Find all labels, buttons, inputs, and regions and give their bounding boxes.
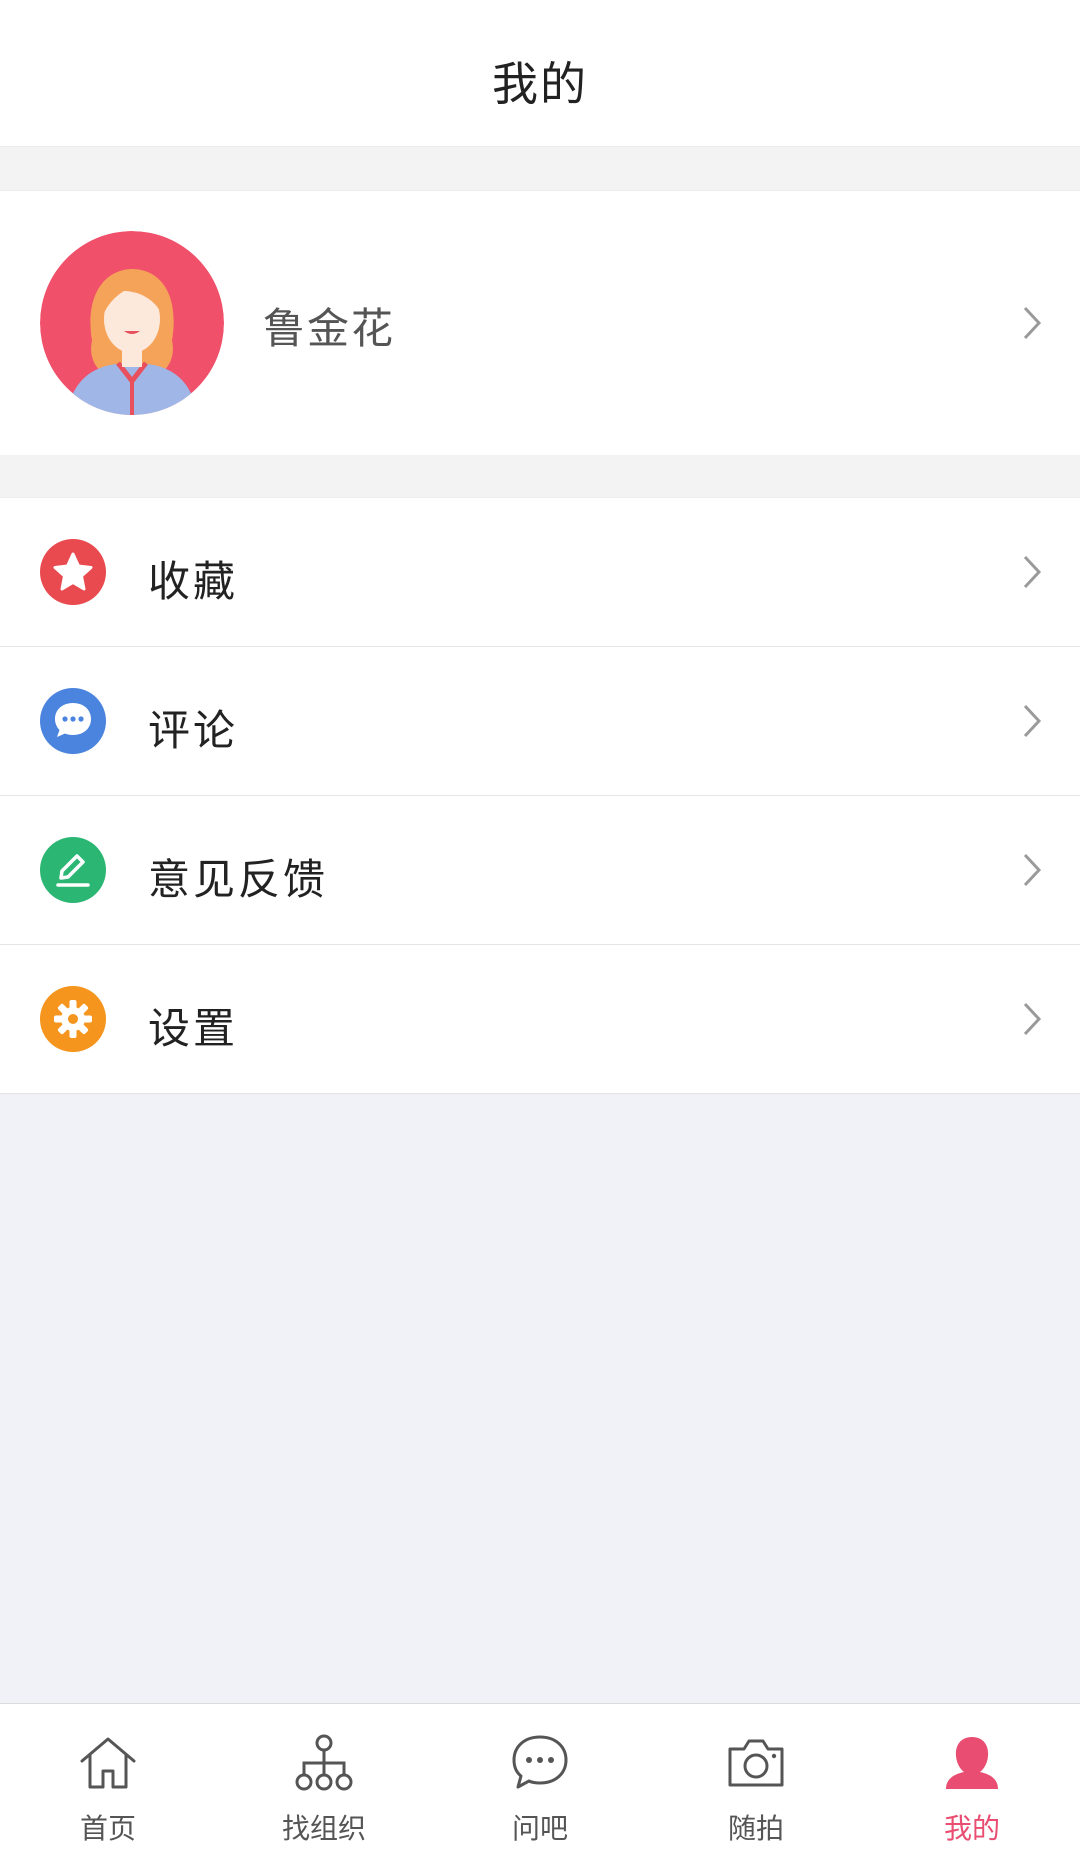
chat-bubble-icon	[512, 1735, 568, 1789]
edit-icon	[40, 837, 106, 903]
page-title: 我的	[492, 57, 588, 111]
tab-label: 问吧	[511, 1812, 568, 1845]
chevron-right-icon	[1023, 555, 1042, 589]
menu-item-settings[interactable]: 设置	[0, 945, 1080, 1093]
tab-home[interactable]: 首页	[0, 1704, 216, 1870]
bottom-tab-bar: 首页 找组织 问吧 随拍 我的	[0, 1703, 1080, 1870]
tab-snapshot[interactable]: 随拍	[648, 1704, 864, 1870]
tab-label: 我的	[943, 1812, 1000, 1845]
star-icon	[40, 539, 106, 605]
home-icon	[80, 1737, 136, 1789]
profile-row[interactable]: 鲁金花	[0, 190, 1080, 456]
gear-icon	[40, 986, 106, 1052]
chevron-right-icon	[1023, 704, 1042, 738]
tab-label: 首页	[79, 1812, 136, 1845]
tab-label: 随拍	[727, 1812, 784, 1845]
tab-label: 找组织	[281, 1812, 366, 1845]
org-tree-icon	[295, 1734, 353, 1791]
avatar	[40, 231, 224, 415]
menu-item-feedback[interactable]: 意见反馈	[0, 796, 1080, 945]
menu-item-label: 评论	[148, 706, 239, 755]
tab-mine[interactable]: 我的	[864, 1704, 1080, 1870]
menu-list: 收藏 评论 意见反馈 设置	[0, 497, 1080, 1094]
person-icon	[946, 1737, 998, 1789]
menu-item-favorites[interactable]: 收藏	[0, 498, 1080, 647]
section-divider	[0, 147, 1080, 190]
menu-item-label: 设置	[148, 1004, 239, 1053]
chevron-right-icon	[1023, 306, 1042, 340]
profile-name: 鲁金花	[263, 304, 396, 353]
header-bar: 我的	[0, 0, 1080, 147]
menu-item-label: 收藏	[148, 557, 239, 606]
camera-icon	[728, 1739, 784, 1787]
menu-item-comments[interactable]: 评论	[0, 647, 1080, 796]
chevron-right-icon	[1023, 1002, 1042, 1036]
tab-ask[interactable]: 问吧	[432, 1704, 648, 1870]
chevron-right-icon	[1023, 853, 1042, 887]
comment-icon	[40, 688, 106, 754]
tab-find-organization[interactable]: 找组织	[216, 1704, 432, 1870]
menu-item-label: 意见反馈	[148, 855, 329, 904]
section-divider	[0, 455, 1080, 497]
